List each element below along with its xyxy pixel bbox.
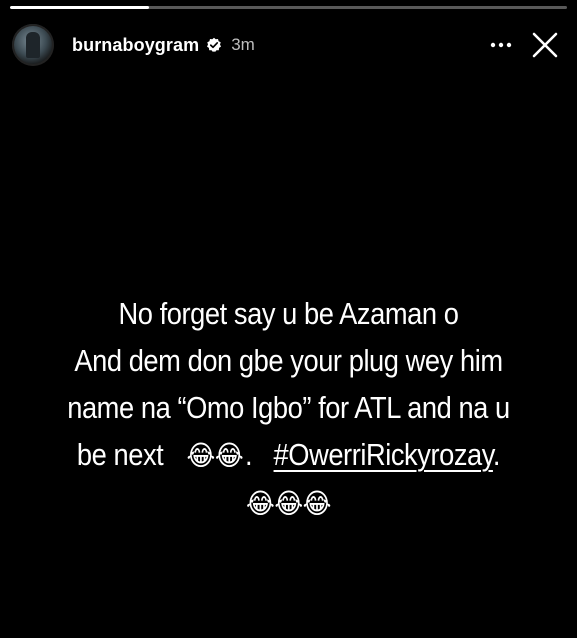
laughing-emoji-icon: 😂😂😂 [245, 487, 332, 520]
caption-line: be next 😂😂. #OwerriRickyrozay. [35, 431, 543, 479]
story-progress-fill [10, 6, 150, 9]
story-caption: No forget say u be Azaman o And dem don … [35, 290, 543, 527]
story-progress-bar [10, 6, 567, 9]
caption-separator: . [244, 437, 253, 472]
hashtag-link[interactable]: #OwerriRickyrozay [274, 437, 494, 472]
caption-line: name na “Omo Igbo” for ATL and na u [67, 390, 510, 425]
more-horizontal-icon [490, 42, 512, 48]
more-options-button[interactable] [481, 25, 521, 65]
caption-line: And dem don gbe your plug wey him [74, 343, 503, 378]
close-icon [532, 32, 558, 58]
caption-text: be next [76, 437, 164, 472]
timestamp: 3m [231, 35, 255, 54]
caption-line: 😂😂😂 [35, 479, 543, 527]
hashtag-end: . [492, 437, 501, 472]
avatar[interactable] [12, 24, 54, 66]
verified-badge-icon [206, 37, 222, 53]
story-header: burnaboygram 3m [12, 24, 565, 66]
username[interactable]: burnaboygram [72, 35, 199, 56]
laughing-emoji-icon: 😂😂 [186, 439, 244, 472]
caption-line: No forget say u be Azaman o [118, 296, 459, 331]
close-button[interactable] [525, 25, 565, 65]
